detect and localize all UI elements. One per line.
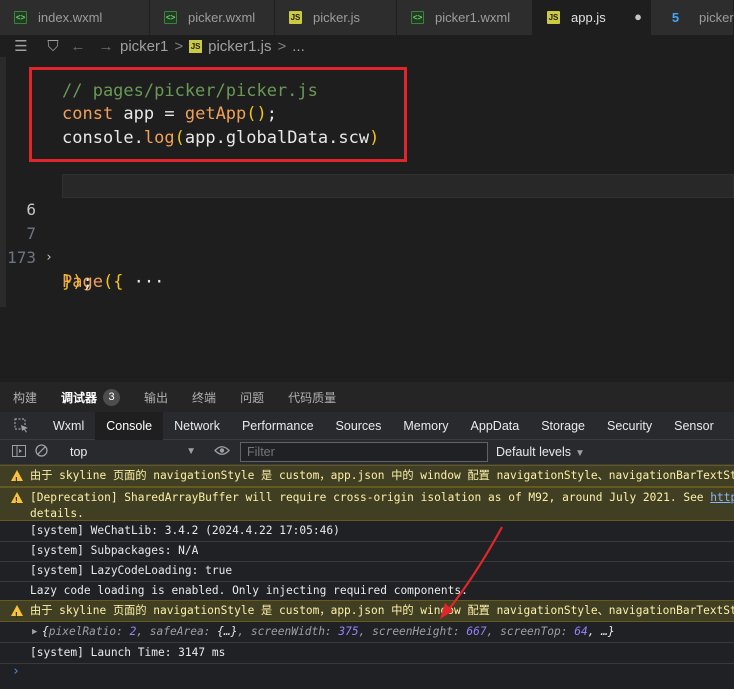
console-object-log[interactable]: ▶ {pixelRatio: 2, safeArea: {…}, screenW… [0,622,734,643]
devtools-tab-wxml[interactable]: Wxml [42,412,95,440]
console-prompt-icon[interactable]: › [12,664,20,679]
breadcrumb-file[interactable]: picker1.js [208,38,271,55]
breadcrumb-separator: > [174,37,184,55]
tab-label: picker.wxml [188,10,256,25]
docs-link[interactable]: https: [710,491,734,504]
tab-index-wxml[interactable]: <> index.wxml [0,0,150,35]
tab-build[interactable]: 构建 [0,382,48,412]
inspect-element-icon[interactable] [0,412,42,440]
console-log: [system] Launch Time: 3147 ms [0,643,734,664]
warning-icon [11,605,23,626]
code-line-7: 7 › Page({ ··· [0,198,734,292]
tab-picker1-wxml[interactable]: <> picker1.wxml [397,0,533,35]
console-warning: [Deprecation] SharedArrayBuffer will req… [0,487,734,521]
folded-ellipsis[interactable]: ··· [123,272,165,292]
breadcrumb: ☰ ⛉ ← → picker1 > JS picker1.js > ... [0,35,734,57]
eye-icon[interactable] [208,445,236,459]
tab-label: picker1.wxml [435,10,511,25]
console-log: [system] WeChatLib: 3.4.2 (2024.4.22 17:… [0,521,734,542]
console-warning: 由于 skyline 页面的 navigationStyle 是 custom，… [0,600,734,626]
console-warning: 由于 skyline 页面的 navigationStyle 是 custom，… [0,465,734,491]
breadcrumb-folder[interactable]: picker1 [120,38,168,55]
dropdown-arrow-icon: ▼ [186,446,196,457]
code-editor[interactable]: // pages/picker/picker.js const app = ge… [0,57,734,382]
tab-label: picker.js [313,10,360,25]
tab-label: index.wxml [38,10,103,25]
console-log: [system] Subpackages: N/A [0,541,734,562]
devtools-tab-sources[interactable]: Sources [325,412,393,440]
tab-terminal[interactable]: 终端 [179,382,227,412]
devtools-tab-network[interactable]: Network [163,412,231,440]
back-arrow-icon[interactable]: ← [64,38,92,55]
devtools-tab-console[interactable]: Console [95,411,164,440]
bookmark-icon[interactable]: ⛉ [42,38,64,55]
console-output[interactable]: 由于 skyline 页面的 navigationStyle 是 custom，… [0,465,734,689]
warning-icon [11,492,23,509]
clear-console-icon[interactable] [30,444,52,460]
context-selector[interactable]: top ▼ [62,442,202,462]
tab-label: picker1.w [699,10,734,25]
breadcrumb-separator: > [277,37,287,55]
line-number: 173 [7,248,36,267]
editor-tab-bar: <> index.wxml <> picker.wxml JS picker.j… [0,0,734,35]
modified-dot-icon[interactable]: ● [634,9,642,24]
tab-debugger[interactable]: 调试器 3 [48,382,131,412]
js-file-icon: JS [289,11,302,24]
tab-picker-js[interactable]: JS picker.js [275,0,397,35]
breadcrumb-more[interactable]: ... [292,38,305,55]
tab-label: app.js [571,10,606,25]
js-file-icon: JS [547,11,560,24]
console-log: Lazy code loading is enabled. Only injec… [0,581,734,602]
warning-icon [11,470,23,491]
devtools-tab-storage[interactable]: Storage [530,412,596,440]
red-annotation-arrow [440,526,503,619]
debugger-count-badge: 3 [103,388,121,406]
wxml-file-icon: <> [164,11,177,24]
filter-input[interactable] [240,442,488,462]
expand-triangle-icon[interactable]: ▶ [32,622,37,642]
tab-picker-wxml[interactable]: <> picker.wxml [150,0,275,35]
code-line-173: 173 }); [0,222,734,292]
devtools-tab-security[interactable]: Security [596,412,663,440]
wxml-file-icon: <> [14,11,27,24]
devtools-tab-appdata[interactable]: AppData [460,412,531,440]
chevron-right-icon[interactable]: › [45,246,53,270]
log-levels-dropdown[interactable]: Default levels ▼ [496,445,585,459]
console-log: [system] LazyCodeLoading: true [0,561,734,582]
sidebar-toggle-icon[interactable] [8,444,30,460]
tab-problems[interactable]: 问题 [227,382,275,412]
panel-tab-bar: 构建 调试器 3 输出 终端 问题 代码质量 [0,382,734,412]
console-toolbar: top ▼ Default levels▼ [0,440,734,465]
devtools-tab-performance[interactable]: Performance [231,412,325,440]
red-highlight-box [29,67,407,162]
tab-output[interactable]: 输出 [131,382,179,412]
devtools-tab-memory[interactable]: Memory [392,412,459,440]
js-file-icon: JS [189,39,203,53]
list-icon[interactable]: ☰ [10,37,32,55]
devtools-tab-bar: Wxml Console Network Performance Sources… [0,411,734,440]
forward-arrow-icon[interactable]: → [92,38,120,55]
wxml-file-icon: <> [411,11,424,24]
tab-app-js[interactable]: JS app.js ● [533,0,651,35]
dropdown-arrow-icon: ▼ [575,448,585,459]
devtools-tab-sensor[interactable]: Sensor [663,412,725,440]
tab-code-quality[interactable]: 代码质量 [275,382,347,412]
code-line-6: 6 [0,174,734,219]
tab-picker1-wxss[interactable]: 5 picker1.w [651,0,734,35]
css-file-icon: 5 [671,10,680,25]
